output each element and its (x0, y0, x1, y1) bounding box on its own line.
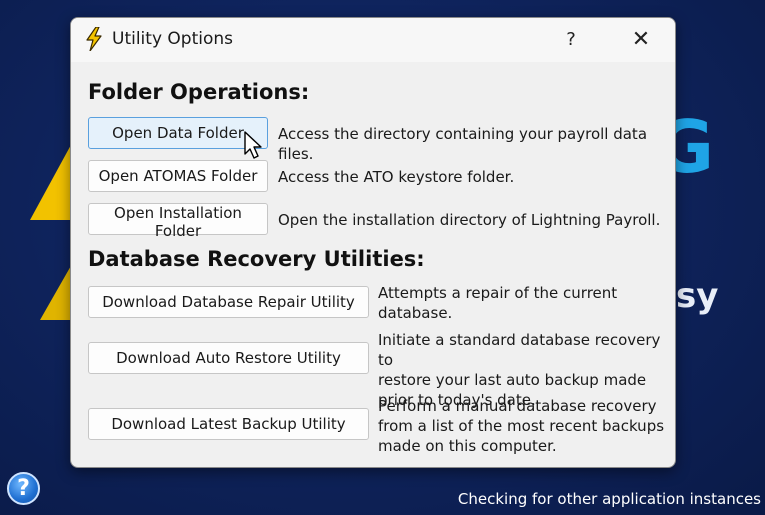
desktop-background: G sy ? Checking for other application in… (0, 0, 765, 515)
database-repair-description: Attempts a repair of the current databas… (378, 284, 618, 322)
mouse-cursor-icon (244, 131, 262, 159)
download-latest-backup-utility-button[interactable]: Download Latest Backup Utility (88, 408, 369, 440)
close-button[interactable]: ✕ (623, 24, 659, 56)
open-installation-folder-description: Open the installation directory of Light… (278, 211, 661, 229)
folder-operations-heading: Folder Operations: (88, 80, 310, 104)
download-database-repair-utility-button[interactable]: Download Database Repair Utility (88, 286, 369, 318)
status-text: Checking for other application instances (457, 490, 761, 508)
open-installation-folder-button[interactable]: Open Installation Folder (88, 203, 268, 240)
lightning-bolt-icon (86, 27, 102, 51)
help-icon[interactable]: ? (7, 472, 40, 505)
background-logo-text: sy (676, 276, 719, 316)
database-recovery-heading: Database Recovery Utilities: (88, 247, 425, 271)
context-help-button[interactable]: ? (555, 24, 587, 56)
open-atomas-folder-button[interactable]: Open ATOMAS Folder (88, 160, 268, 192)
latest-backup-description: Perform a manual database recovery from … (378, 397, 665, 455)
download-auto-restore-utility-button[interactable]: Download Auto Restore Utility (88, 342, 369, 374)
open-data-folder-description: Access the directory containing your pay… (278, 125, 648, 163)
utility-options-dialog: Utility Options ? ✕ Folder Operations: O… (70, 17, 676, 468)
dialog-titlebar[interactable]: Utility Options ? ✕ (71, 18, 675, 62)
dialog-title: Utility Options (112, 29, 234, 49)
open-data-folder-button[interactable]: Open Data Folder (88, 117, 268, 149)
open-atomas-folder-description: Access the ATO keystore folder. (278, 168, 515, 186)
